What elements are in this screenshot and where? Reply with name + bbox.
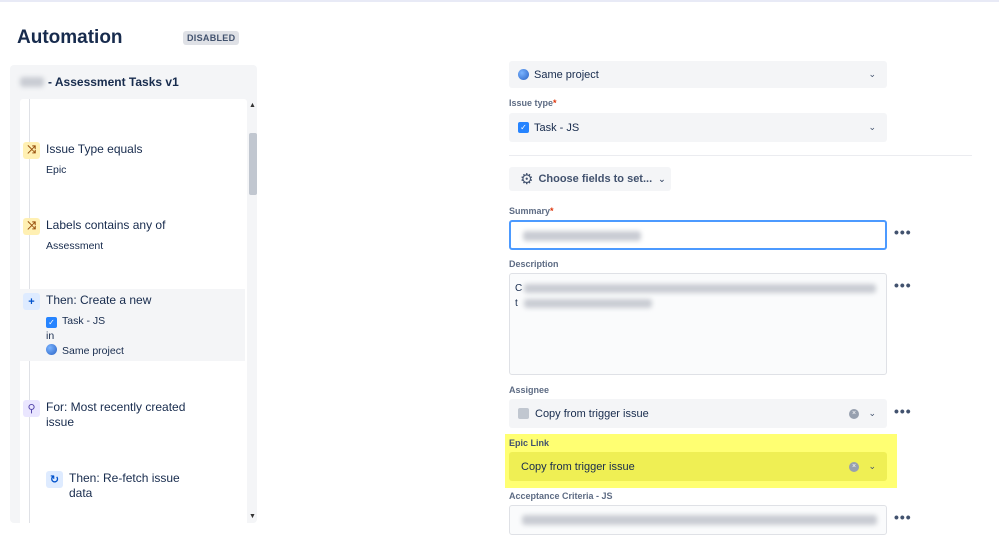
summary-label: Summary*: [509, 206, 554, 216]
epic-link-select[interactable]: Copy from trigger issue × ⌄: [509, 452, 887, 481]
clear-icon[interactable]: ×: [849, 408, 859, 419]
rule-list-scrollbar[interactable]: ▲ ▼: [248, 99, 257, 523]
issue-type-value: Task - JS: [534, 121, 580, 134]
project-value: Same project: [534, 68, 599, 81]
clear-icon[interactable]: ×: [849, 461, 859, 472]
assignee-value: Copy from trigger issue: [535, 407, 649, 420]
rule-components-list: ⤨ Issue Type equals Epic ⤨ Labels contai…: [20, 99, 247, 523]
chevron-down-icon: ⌄: [868, 122, 876, 132]
project-select[interactable]: Same project ⌄: [509, 61, 887, 88]
rule-name: - Assessment Tasks v1: [48, 75, 179, 89]
scroll-up-arrow-icon[interactable]: ▲: [248, 102, 257, 109]
component-project: Same project: [46, 344, 124, 357]
page-title: Automation: [17, 27, 123, 48]
component-subtitle: Assessment: [46, 240, 104, 252]
chevron-down-icon: ⌄: [868, 461, 876, 471]
rule-panel: - Assessment Tasks v1 ⤨ Issue Type equal…: [10, 65, 257, 523]
chevron-down-icon: ⌄: [868, 408, 876, 418]
epic-link-value: Copy from trigger issue: [521, 460, 635, 473]
component-issue-type: ✓ Task - JS: [46, 315, 105, 328]
scroll-down-arrow-icon[interactable]: ▼: [248, 513, 257, 520]
assignee-label: Assignee: [509, 385, 550, 395]
component-title-line2: issue: [46, 415, 75, 429]
redacted-acceptance-text: [522, 515, 877, 525]
choose-fields-button[interactable]: ⚙ Choose fields to set... ⌄: [509, 167, 671, 191]
project-globe-icon: [518, 69, 529, 80]
scroll-thumb[interactable]: [249, 133, 257, 195]
component-subtitle: Epic: [46, 164, 67, 176]
component-labels-condition[interactable]: ⤨ Labels contains any of Assessment: [20, 216, 245, 254]
component-title: Labels contains any of: [46, 218, 166, 232]
component-title-line2: data: [69, 486, 93, 500]
issue-type-select[interactable]: ✓ Task - JS ⌄: [509, 113, 887, 142]
assignee-more-icon[interactable]: •••: [894, 403, 912, 419]
user-avatar-icon: [518, 408, 529, 419]
section-divider: [509, 155, 972, 156]
component-title: Issue Type equals: [46, 142, 143, 156]
component-title: Then: Create a new: [46, 293, 152, 307]
component-create-issue-action[interactable]: + Then: Create a new ✓ Task - JS in Same …: [20, 289, 245, 361]
description-more-icon[interactable]: •••: [894, 277, 912, 293]
plus-icon: +: [23, 293, 40, 310]
component-issue-type-condition[interactable]: ⤨ Issue Type equals Epic: [20, 140, 245, 178]
redacted-project-key: [20, 77, 44, 87]
summary-more-icon[interactable]: •••: [894, 224, 912, 240]
chevron-down-icon: ⌄: [658, 173, 666, 184]
summary-input[interactable]: [509, 220, 887, 250]
description-visible-char: C: [515, 283, 523, 294]
acceptance-more-icon[interactable]: •••: [894, 509, 912, 525]
redacted-summary-text: [523, 231, 641, 241]
issue-type-label: Issue type*: [509, 98, 557, 108]
description-visible-char: t: [515, 298, 518, 309]
shuffle-icon: ⤨: [23, 142, 40, 159]
redacted-description-line: [524, 284, 876, 293]
component-title: For: Most recently created: [46, 400, 186, 414]
gear-icon: ⚙: [520, 171, 534, 188]
acceptance-criteria-label: Acceptance Criteria - JS: [509, 491, 613, 501]
redacted-description-line: [524, 299, 652, 308]
rule-header: - Assessment Tasks v1: [10, 65, 257, 99]
component-branch-rule[interactable]: ⚲ For: Most recently created issue: [20, 398, 245, 436]
refresh-icon: ↻: [46, 471, 63, 488]
description-label: Description: [509, 259, 559, 269]
epic-link-label: Epic Link: [509, 438, 550, 448]
checkbox-icon: ✓: [46, 317, 57, 328]
branch-icon: ⚲: [23, 400, 40, 417]
status-badge: DISABLED: [183, 31, 240, 45]
component-title: Then: Re-fetch issue: [69, 471, 180, 485]
shuffle-icon: ⤨: [23, 218, 40, 235]
task-checkbox-icon: ✓: [518, 122, 529, 133]
description-textarea[interactable]: C t: [509, 273, 887, 375]
top-border: [0, 0, 999, 2]
component-refetch-action[interactable]: ↻ Then: Re-fetch issue data: [20, 469, 245, 509]
component-connector: in: [46, 330, 55, 342]
chevron-down-icon: ⌄: [868, 69, 876, 79]
project-globe-icon: [46, 344, 57, 355]
assignee-select[interactable]: Copy from trigger issue × ⌄: [509, 399, 887, 428]
